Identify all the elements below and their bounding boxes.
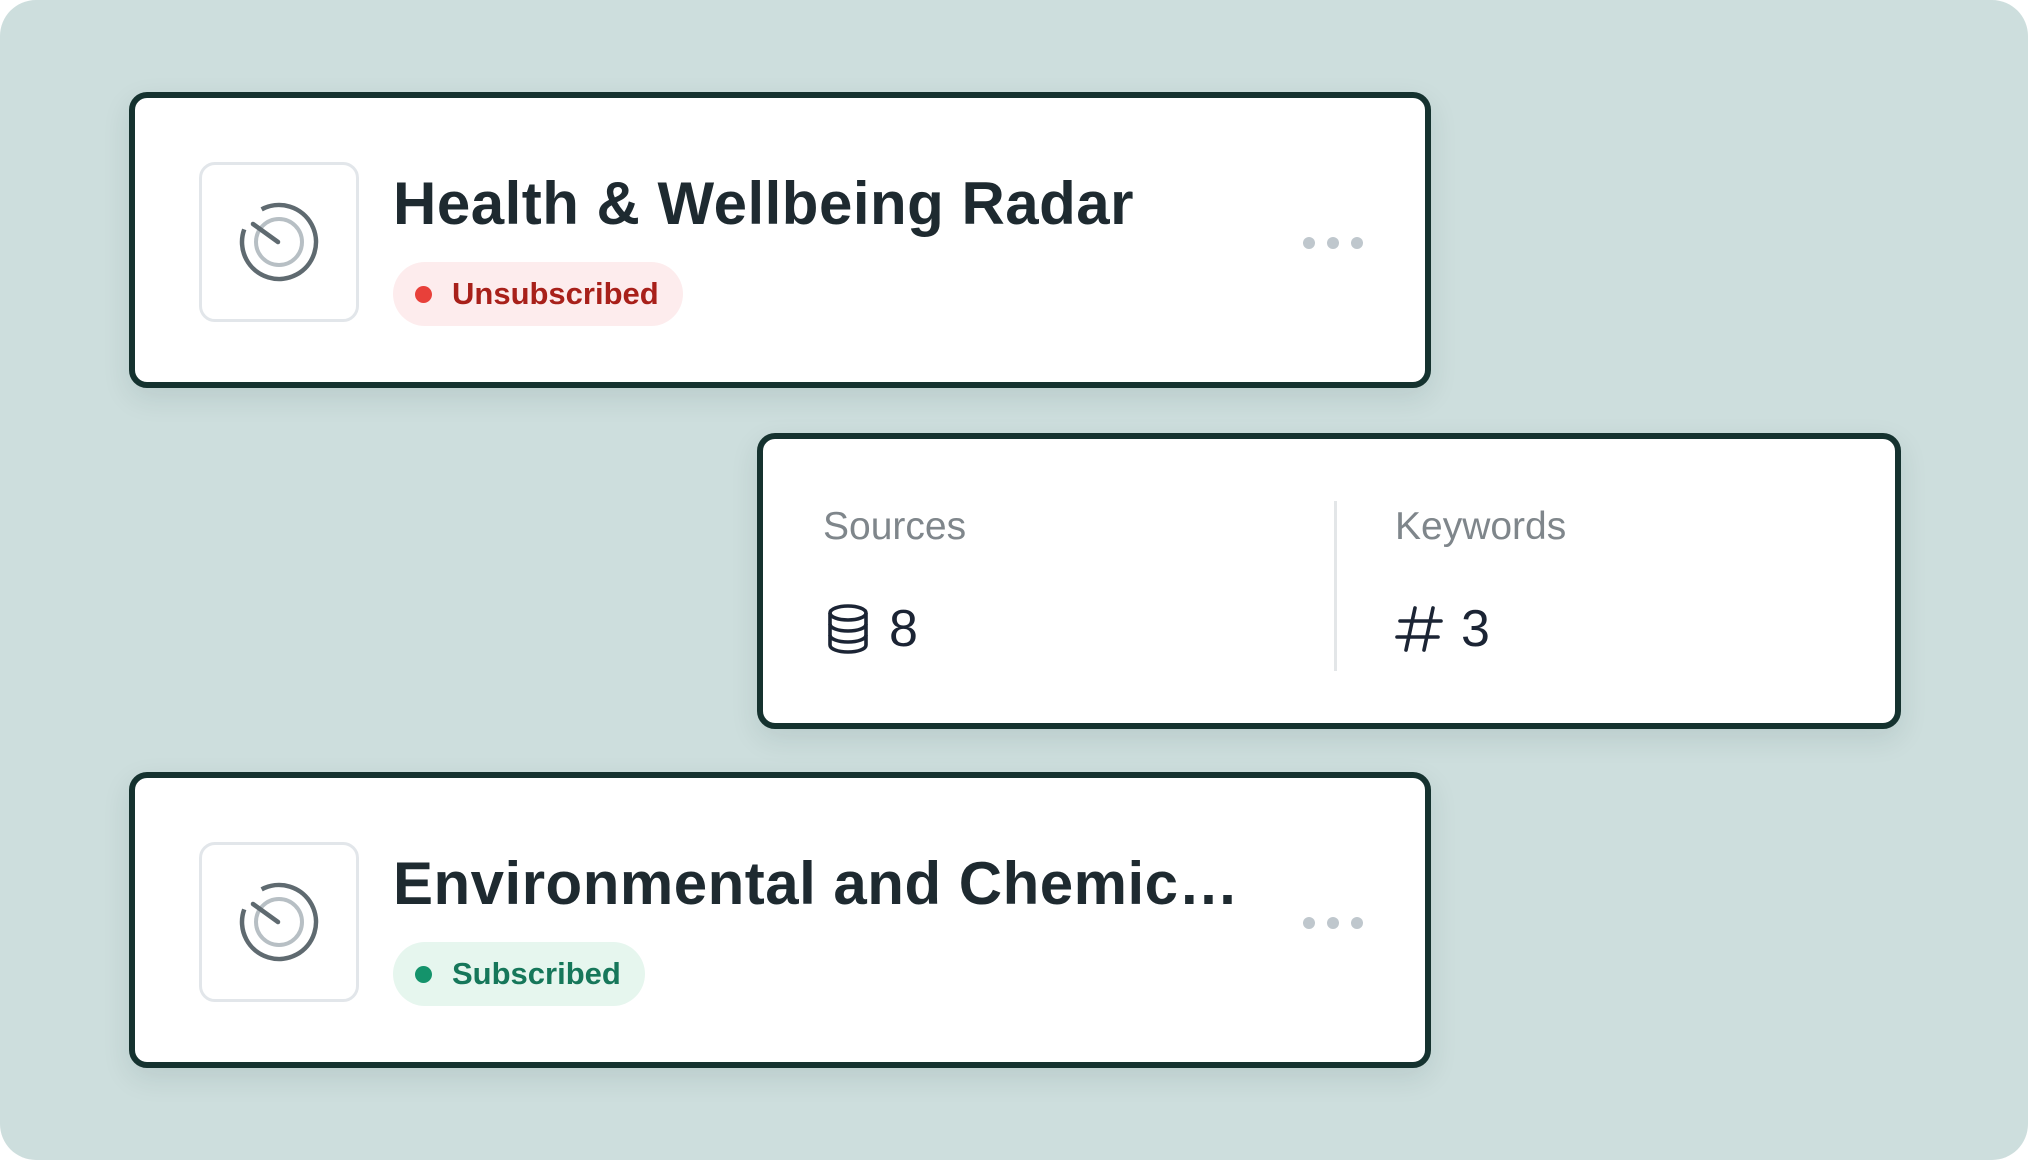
- sources-value-row: 8: [823, 599, 918, 659]
- sources-stat: Sources 8: [823, 439, 1333, 723]
- more-horizontal-icon-dot: [1327, 237, 1339, 249]
- more-horizontal-icon-dot: [1327, 917, 1339, 929]
- more-options-button[interactable]: [1303, 898, 1363, 948]
- database-icon: [823, 601, 873, 657]
- canvas: Health & Wellbeing Radar Unsubscribed So…: [0, 0, 2028, 1160]
- keywords-value-row: 3: [1395, 599, 1490, 659]
- status-dot: [415, 285, 432, 303]
- radar-stats-card: Sources 8 Keywords 3: [757, 433, 1901, 729]
- sources-count: 8: [889, 600, 918, 658]
- radar-card-health[interactable]: Health & Wellbeing Radar Unsubscribed: [129, 92, 1431, 388]
- more-horizontal-icon-dot: [1351, 917, 1363, 929]
- status-dot: [415, 965, 432, 983]
- keywords-label: Keywords: [1395, 505, 1567, 548]
- hash-icon: [1395, 601, 1445, 657]
- status-label: Unsubscribed: [452, 276, 659, 311]
- radar-icon-tile: [199, 842, 359, 1002]
- status-label: Subscribed: [452, 956, 621, 991]
- keywords-stat: Keywords 3: [1395, 439, 1855, 723]
- radar-title: Environmental and Chemica...: [393, 850, 1253, 917]
- sources-label: Sources: [823, 505, 967, 548]
- more-horizontal-icon-dot: [1303, 237, 1315, 249]
- status-badge: Subscribed: [393, 942, 645, 1006]
- status-badge: Unsubscribed: [393, 262, 683, 326]
- radar-icon-tile: [199, 162, 359, 322]
- more-options-button[interactable]: [1303, 218, 1363, 268]
- more-horizontal-icon-dot: [1351, 237, 1363, 249]
- radar-title: Health & Wellbeing Radar: [393, 170, 1135, 237]
- radar-icon: [239, 882, 319, 962]
- stats-divider: [1334, 501, 1337, 671]
- keywords-count: 3: [1461, 600, 1490, 658]
- radar-card-environmental[interactable]: Environmental and Chemica... Subscribed: [129, 772, 1431, 1068]
- more-horizontal-icon-dot: [1303, 917, 1315, 929]
- radar-icon: [239, 202, 319, 282]
